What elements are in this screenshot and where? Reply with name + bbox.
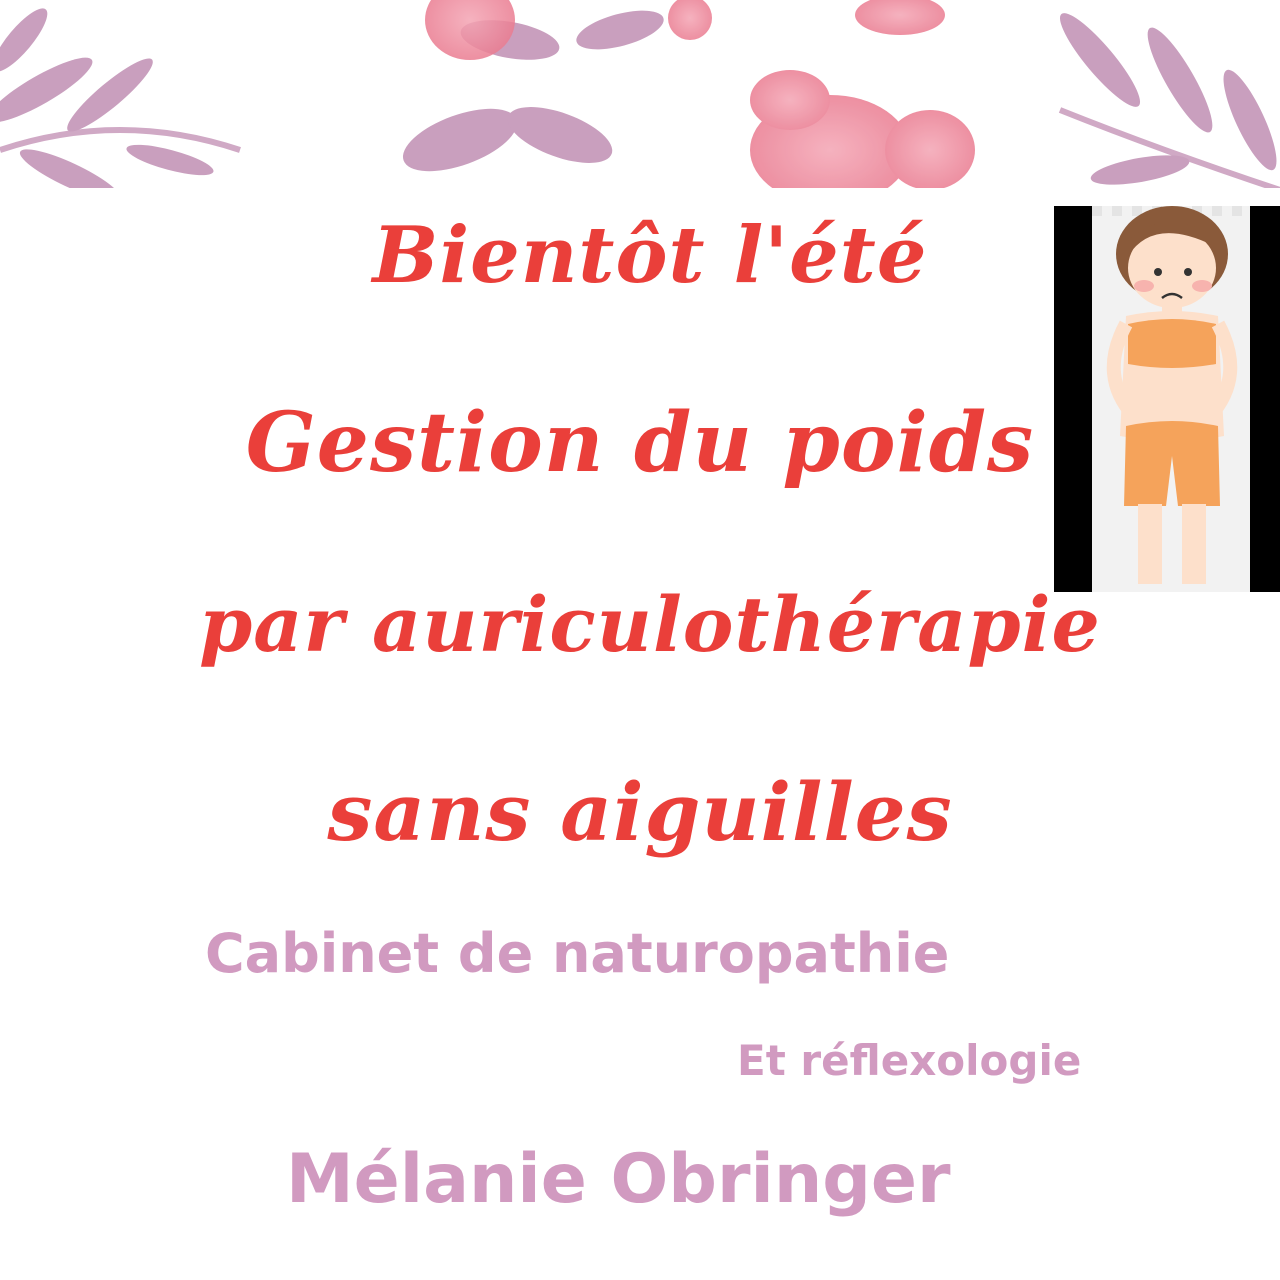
practitioner-name: Mélanie Obringer: [286, 1140, 951, 1219]
poster: Bientôt l'été Gestion du poids par auric…: [0, 0, 1280, 1280]
title-line-3: par auriculothérapie: [199, 580, 1101, 669]
practice-specialty: Et réflexologie: [737, 1036, 1082, 1085]
practice-name: Cabinet de naturopathie: [205, 922, 950, 985]
title-line-2: Gestion du poids: [245, 395, 1035, 491]
floral-banner-image: [0, 0, 1280, 200]
title-line-4: sans aiguilles: [327, 765, 953, 859]
title-line-1: Bientôt l'été: [372, 210, 928, 301]
